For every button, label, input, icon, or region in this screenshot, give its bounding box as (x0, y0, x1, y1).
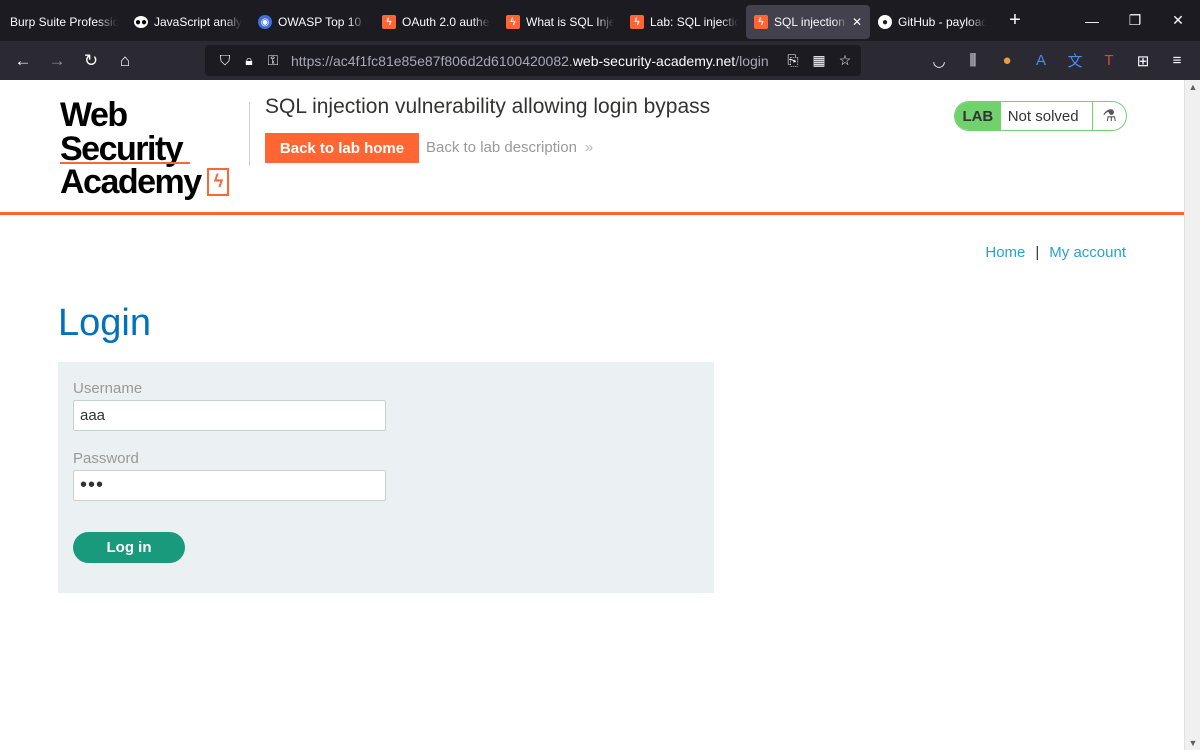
header-divider (249, 102, 250, 166)
page-title: Login (58, 302, 151, 344)
extension-t-icon[interactable]: T (1096, 52, 1122, 69)
tab-title: JavaScript analys (154, 15, 242, 29)
pocket-icon[interactable]: ◡ (926, 52, 952, 70)
login-form: Username aaa Password ••• Log in (58, 362, 714, 593)
logo-line2-text: Academy (60, 163, 202, 201)
username-label: Username (73, 380, 143, 397)
shield-icon[interactable]: ⛉ (213, 52, 237, 69)
key-icon[interactable]: ⚿ (261, 52, 285, 69)
extensions-icon[interactable]: ⊞ (1130, 52, 1156, 70)
home-link[interactable]: Home (985, 244, 1025, 261)
tab-title: GitHub - payload (898, 15, 986, 29)
tab-bar: Burp Suite Professio ●● JavaScript analy… (0, 0, 1200, 41)
tab-title: Burp Suite Professio (10, 15, 118, 29)
lock-icon[interactable]: 🔒︎ (237, 52, 261, 69)
lab-title: SQL injection vulnerability allowing log… (265, 95, 711, 118)
tab-javascript-analysis[interactable]: ●● JavaScript analys (126, 5, 250, 39)
tab-title: OWASP Top 10 fo (278, 15, 366, 29)
burp-icon: ϟ (630, 15, 644, 29)
github-icon: ● (878, 15, 892, 29)
translate-icon[interactable]: ⎘ (783, 52, 803, 69)
scroll-down-icon[interactable]: ▼ (1185, 738, 1200, 748)
toolbar-extensions: ◡ ⫼ ● A 文 T ⊞ ≡ (926, 41, 1190, 80)
restore-icon[interactable]: ❐ (1113, 0, 1157, 41)
extension-translate-alt-icon[interactable]: 文 (1062, 50, 1088, 71)
back-to-lab-home-button[interactable]: Back to lab home (265, 133, 419, 163)
home-icon[interactable]: ⌂ (108, 46, 142, 76)
extension-locale-icon[interactable]: ● (994, 52, 1020, 69)
tab-oauth[interactable]: ϟ OAuth 2.0 authe (374, 5, 498, 39)
scroll-up-icon[interactable]: ▲ (1185, 82, 1200, 92)
minimize-icon[interactable]: — (1070, 0, 1114, 41)
tab-owasp[interactable]: ◉ OWASP Top 10 fo (250, 5, 374, 39)
lab-tag: LAB (955, 102, 1001, 130)
url-path: /login (735, 52, 769, 69)
url-actions: ⎘ ▦ ☆ (783, 45, 855, 76)
tab-title: SQL injection v (774, 15, 848, 29)
double-chevron-right-icon: » (584, 139, 594, 156)
logo-line2: Academy ϟ (60, 163, 250, 201)
scrollbar[interactable]: ▲ ▼ (1184, 80, 1200, 750)
tab-title: What is SQL Injec (526, 15, 614, 29)
back-to-lab-description-link[interactable]: Back to lab description » (426, 139, 593, 156)
tab-title: Lab: SQL injection (650, 15, 738, 29)
library-icon[interactable]: ⫼ (960, 52, 986, 69)
reload-icon[interactable]: ↻ (74, 46, 108, 76)
password-input[interactable]: ••• (73, 470, 386, 501)
close-window-icon[interactable]: ✕ (1156, 0, 1200, 41)
lightning-icon: ϟ (206, 168, 229, 196)
password-label: Password (73, 450, 139, 467)
back-icon[interactable]: ← (6, 46, 40, 76)
nav-separator: | (1035, 244, 1040, 261)
extension-translate-icon[interactable]: A (1028, 52, 1054, 69)
lab-status-text: Not solved (1007, 107, 1079, 125)
bookmark-star-icon[interactable]: ☆ (835, 52, 855, 69)
owasp-icon: ◉ (258, 15, 272, 29)
url-text[interactable]: https://ac4f1fc81e85e87f806d2d6100420082… (291, 53, 769, 69)
tab-github[interactable]: ● GitHub - payload (870, 5, 994, 39)
tab-sqli-active[interactable]: ϟ SQL injection v ✕ (746, 5, 870, 39)
tab-lab-sqli[interactable]: ϟ Lab: SQL injection (622, 5, 746, 39)
new-tab-button[interactable]: + (1000, 9, 1030, 32)
url-prefix: https://ac4f1fc81e85e87f806d2d6100420082… (291, 52, 573, 69)
logo-underline (60, 162, 190, 164)
my-account-link[interactable]: My account (1049, 244, 1126, 261)
forward-icon[interactable]: → (40, 46, 74, 76)
tab-title: OAuth 2.0 authe (402, 15, 490, 29)
lab-status-widget: LAB Not solved ⚗ (954, 101, 1127, 131)
burp-icon: ϟ (382, 15, 396, 29)
username-input[interactable]: aaa (73, 400, 386, 431)
qr-code-icon[interactable]: ▦ (809, 52, 829, 69)
header-rule (0, 212, 1184, 215)
burp-icon: ϟ (506, 15, 520, 29)
tab-burp-suite[interactable]: Burp Suite Professio (0, 5, 126, 39)
flask-icon: ⚗ (1092, 102, 1126, 130)
url-bar[interactable]: ⛉ 🔒︎ ⚿ https://ac4f1fc81e85e87f806d2d610… (205, 45, 861, 76)
tab-what-is-sqli[interactable]: ϟ What is SQL Injec (498, 5, 622, 39)
page-content: Web Security Academy ϟ SQL injection vuln… (0, 80, 1184, 750)
nav-toolbar: ← → ↻ ⌂ ⛉ 🔒︎ ⚿ https://ac4f1fc81e85e87f8… (0, 41, 1200, 80)
login-button[interactable]: Log in (73, 532, 185, 563)
back-to-lab-description-label: Back to lab description (426, 139, 577, 156)
medium-icon: ●● (134, 16, 148, 28)
url-host: web-security-academy.net (572, 52, 736, 69)
logo-line1: Web Security (60, 96, 184, 168)
burp-icon: ϟ (754, 15, 768, 29)
menu-icon[interactable]: ≡ (1164, 52, 1190, 69)
top-nav: Home | My account (985, 244, 1126, 261)
close-icon[interactable]: ✕ (852, 15, 862, 29)
web-security-academy-logo[interactable]: Web Security Academy ϟ (60, 96, 250, 199)
